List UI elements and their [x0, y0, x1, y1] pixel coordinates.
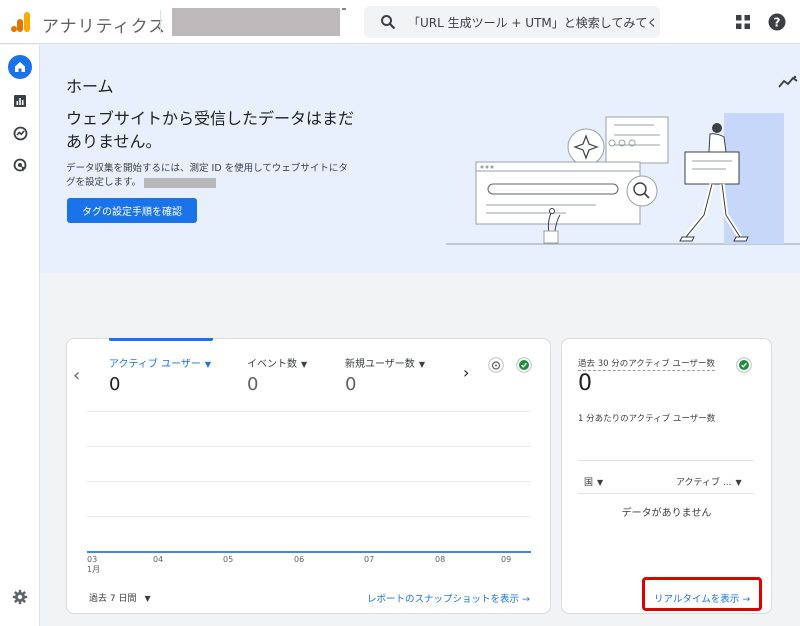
- nav-reports[interactable]: [8, 89, 32, 113]
- account-marker: [342, 8, 346, 10]
- search-input[interactable]: 「URL 生成ツール + UTM」と検索してみてくだ...: [408, 14, 654, 31]
- insights-badge-icon[interactable]: [488, 357, 504, 373]
- column-country-label: 国: [584, 478, 594, 488]
- column-active-users[interactable]: アクティブ ... ▼: [676, 475, 742, 488]
- realtime-card: 過去 30 分のアクティブ ユーザー数 0 1 分あたりのアクティブ ユーザー数…: [561, 338, 772, 614]
- trend-icon[interactable]: [778, 75, 798, 89]
- title-divider: [160, 10, 161, 34]
- realtime-title: 過去 30 分のアクティブ ユーザー数: [578, 359, 715, 371]
- metric-label-new-users: 新規ユーザー数 ▼: [345, 355, 425, 370]
- x-tick: 09: [501, 555, 512, 564]
- nav-home[interactable]: [8, 55, 32, 79]
- caret-down-icon: ▼: [301, 360, 308, 369]
- x-tick: 07: [364, 555, 375, 564]
- help-icon[interactable]: ?: [768, 13, 786, 31]
- realtime-subtitle: 1 分あたりのアクティブ ユーザー数: [578, 414, 716, 424]
- view-snapshot-link[interactable]: レポートのスナップショットを表示 →: [367, 591, 530, 605]
- metric-events[interactable]: イベント数 ▼ 0: [247, 355, 307, 395]
- metric-label-text: アクティブ ユーザー: [109, 359, 201, 370]
- x-tick: 03: [87, 555, 98, 564]
- column-active-users-label: アクティブ ...: [676, 478, 732, 488]
- gear-icon[interactable]: [12, 589, 28, 605]
- metric-label-text: 新規ユーザー数: [345, 359, 415, 370]
- redacted-measurement-id: [144, 177, 217, 188]
- column-country[interactable]: 国 ▼: [584, 475, 603, 488]
- x-tick: 08: [435, 555, 446, 564]
- caret-down-icon: ▼: [597, 478, 604, 487]
- chevron-left-icon[interactable]: ‹: [73, 365, 80, 386]
- overview-card: ‹ アクティブ ユーザー ▼ 0 イベント数 ▼ 0 新規ユーザー数 ▼ 0 › 03…: [66, 338, 551, 614]
- metric-label-text: イベント数: [247, 359, 297, 370]
- home-icon: [15, 62, 25, 72]
- realtime-divider: [578, 493, 754, 494]
- apps-grid-icon[interactable]: [736, 15, 750, 29]
- hero-illustration: [446, 113, 800, 245]
- x-month-label: 1月: [87, 565, 101, 574]
- caret-down-icon: ▼: [204, 360, 212, 369]
- view-realtime-link[interactable]: リアルタイムを表示 →: [654, 591, 750, 605]
- advertising-icon: [13, 158, 26, 171]
- date-range-selector[interactable]: 過去 7 日間 ▼: [89, 591, 151, 604]
- nav-explore[interactable]: [8, 121, 32, 145]
- metric-new-users[interactable]: 新規ユーザー数 ▼ 0: [345, 355, 425, 395]
- top-bar: アナリティクス 「URL 生成ツール + UTM」と検索してみてくだ... ?: [0, 0, 800, 44]
- page-title: ホーム: [66, 77, 114, 96]
- x-tick: 05: [223, 555, 234, 564]
- metric-value: 0: [345, 374, 357, 395]
- caret-down-icon: ▼: [144, 594, 151, 603]
- chart-series-line: [87, 551, 531, 553]
- left-nav-rail: [0, 45, 40, 626]
- x-tick: 04: [153, 555, 164, 564]
- search-icon: [381, 15, 396, 30]
- realtime-value: 0: [578, 371, 592, 396]
- check-circle-icon[interactable]: [736, 357, 752, 373]
- reports-icon: [14, 95, 26, 107]
- no-data-message: データがありません: [621, 508, 712, 519]
- chart-gridline: [87, 516, 531, 517]
- check-circle-icon[interactable]: [516, 357, 532, 373]
- tag-setup-button[interactable]: タグの設定手順を確認: [67, 198, 197, 223]
- chart-gridline: [87, 481, 531, 482]
- x-tick: 06: [294, 555, 305, 564]
- app-title: アナリティクス: [42, 17, 167, 37]
- search-bar[interactable]: 「URL 生成ツール + UTM」と検索してみてくだ...: [364, 6, 660, 38]
- realtime-divider: [578, 460, 754, 461]
- explore-icon: [13, 126, 27, 140]
- hero-banner: ホーム ウェブサイトから受信したデータはまだありません。 データ収集を開始するに…: [40, 45, 800, 273]
- metric-label-active-users: アクティブ ユーザー ▼: [109, 355, 211, 370]
- caret-down-icon: ▼: [418, 360, 425, 369]
- hero-description: データ収集を開始するには、測定 ID を使用してウェブサイトにタグを設定します。: [66, 162, 356, 190]
- metric-value: 0: [247, 374, 259, 395]
- active-tab-indicator: [109, 338, 213, 341]
- chevron-right-icon[interactable]: ›: [463, 363, 469, 382]
- account-selector[interactable]: [172, 8, 340, 36]
- date-range-label: 過去 7 日間: [89, 594, 137, 604]
- hero-title: ウェブサイトから受信したデータはまだありません。: [66, 109, 355, 151]
- metric-label-events: イベント数 ▼: [247, 355, 307, 370]
- nav-advertising[interactable]: [8, 153, 32, 177]
- chart-gridline: [87, 446, 531, 447]
- chart-gridline: [87, 411, 531, 412]
- metric-active-users[interactable]: アクティブ ユーザー ▼ 0: [109, 355, 211, 395]
- analytics-logo-icon[interactable]: [10, 11, 32, 33]
- caret-down-icon: ▼: [735, 478, 742, 487]
- metric-value: 0: [109, 374, 121, 395]
- svg-text:?: ?: [774, 16, 781, 30]
